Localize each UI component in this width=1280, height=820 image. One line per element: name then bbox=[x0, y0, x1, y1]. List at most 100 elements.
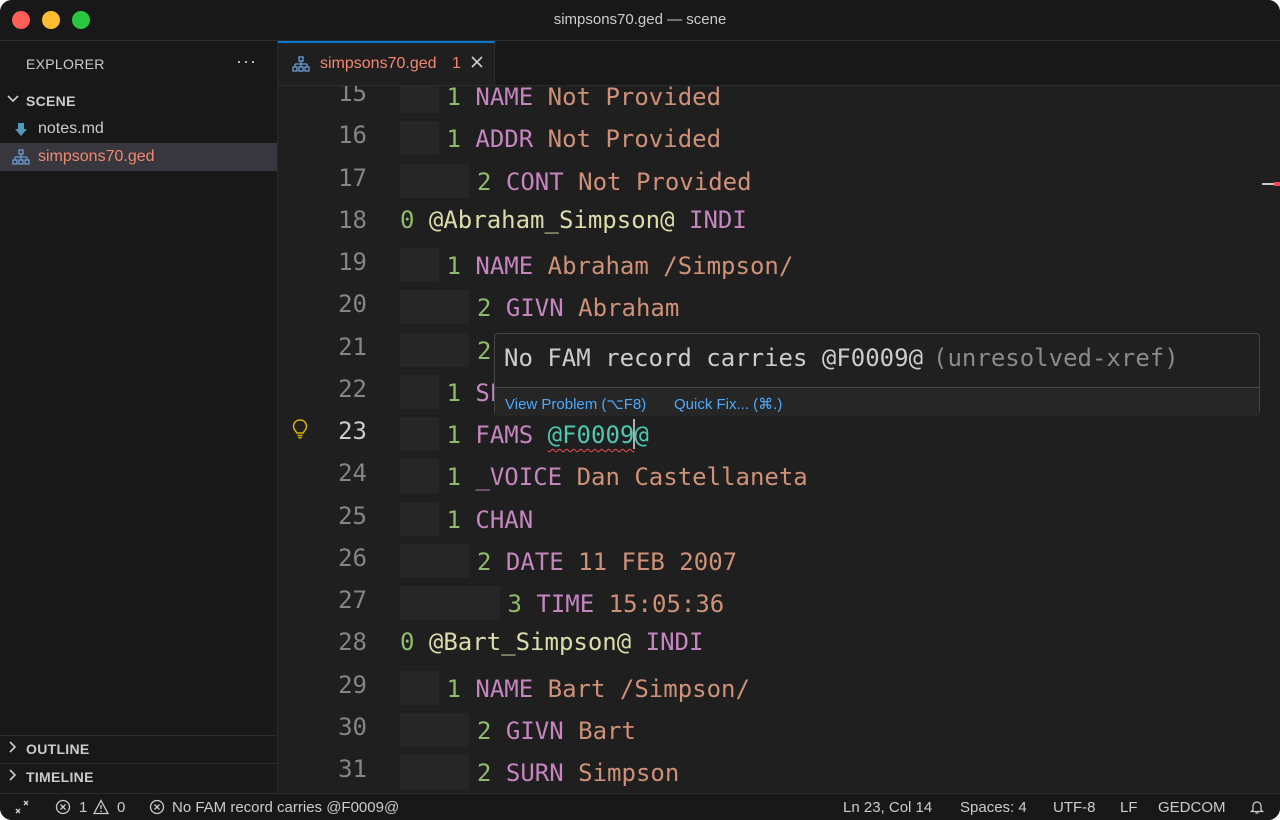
value-token: Dan Castellaneta bbox=[576, 463, 808, 492]
code-text: 0 @Bart_Simpson@ INDI bbox=[400, 628, 703, 656]
current-problem[interactable]: No FAM record carries @F0009@ bbox=[172, 799, 399, 816]
code-line[interactable]: 16 1 ADDR Not Provided bbox=[278, 121, 1280, 163]
xref-token: @Abraham_Simpson@ bbox=[428, 205, 675, 234]
error-count[interactable]: 1 bbox=[79, 799, 87, 816]
code-line[interactable]: 28 0 @Bart_Simpson@ INDI bbox=[278, 628, 1280, 670]
level-token: 2 bbox=[477, 336, 492, 365]
tag-token: NAME bbox=[475, 674, 534, 703]
code-line[interactable]: 27 3 TIME 15:05:36 bbox=[278, 586, 1280, 628]
value-token: Not Provided bbox=[547, 86, 722, 111]
code-line[interactable]: 24 1 _VOICE Dan Castellaneta bbox=[278, 459, 1280, 501]
hover-message-text: No FAM record carries @F0009@ bbox=[504, 344, 924, 372]
quick-fix-link[interactable]: Quick Fix... (⌘.) bbox=[674, 395, 782, 413]
code-text: 1 NAME Bart /Simpson/ bbox=[400, 670, 750, 705]
more-actions-button[interactable]: ··· bbox=[236, 51, 257, 72]
indent-guide bbox=[400, 86, 439, 113]
code-editor[interactable]: 15 1 NAME Not Provided 16 1 ADDR Not Provid… bbox=[278, 86, 1280, 793]
level-token: 1 bbox=[446, 505, 461, 534]
code-text: 1 ADDR Not Provided bbox=[400, 121, 721, 156]
tag-token: NAME bbox=[475, 252, 534, 280]
tag-token: SURN bbox=[505, 759, 564, 787]
outline-section[interactable]: OUTLINE bbox=[0, 735, 277, 762]
tag-token: FAMS bbox=[475, 421, 534, 449]
code-line[interactable]: 31 2 SURN Simpson bbox=[278, 755, 1280, 793]
tab-simpsons70[interactable]: simpsons70.ged 1 bbox=[278, 41, 495, 85]
xref-token: @Bart_Simpson@ bbox=[428, 628, 632, 657]
level-token: 2 bbox=[477, 547, 492, 576]
level-token: 1 bbox=[446, 421, 461, 449]
code-line[interactable]: 26 2 DATE 11 FEB 2007 bbox=[278, 543, 1280, 586]
hover-source: (unresolved-xref) bbox=[933, 344, 1179, 372]
code-line[interactable]: 18 0 @Abraham_Simpson@ INDI bbox=[278, 206, 1280, 248]
tag-token: DATE bbox=[505, 547, 564, 576]
code-line[interactable]: 15 1 NAME Not Provided bbox=[278, 86, 1280, 121]
language-mode[interactable]: GEDCOM bbox=[1158, 799, 1226, 816]
folder-scene[interactable]: SCENE bbox=[0, 88, 277, 114]
value-token: Not Provided bbox=[578, 167, 752, 196]
unresolved-pointer[interactable]: @F0009 bbox=[548, 421, 635, 449]
cursor-position[interactable]: Ln 23, Col 14 bbox=[843, 799, 932, 816]
line-number: 20 bbox=[338, 290, 367, 319]
code-text: 1 _VOICE Dan Castellaneta bbox=[400, 459, 808, 494]
tag-token: ADDR bbox=[475, 125, 534, 154]
indent-guide bbox=[400, 332, 469, 367]
code-line[interactable]: 30 2 GIVN Bart bbox=[278, 712, 1280, 755]
code-line[interactable]: 19 1 NAME Abraham /Simpson/ bbox=[278, 248, 1280, 290]
timeline-section[interactable]: TIMELINE bbox=[0, 763, 277, 790]
error-icon[interactable] bbox=[55, 799, 71, 815]
level-token: 1 bbox=[446, 86, 461, 111]
view-problem-link[interactable]: View Problem (⌥F8) bbox=[505, 395, 646, 413]
value-token: 15:05:36 bbox=[608, 590, 725, 618]
indent-guide bbox=[400, 121, 439, 156]
indent-guide bbox=[400, 459, 439, 494]
timeline-label: TIMELINE bbox=[26, 769, 94, 785]
warning-icon[interactable] bbox=[93, 799, 109, 815]
close-icon[interactable] bbox=[470, 55, 484, 69]
indent-guide bbox=[400, 248, 439, 282]
tag-token: INDI bbox=[689, 205, 747, 234]
code-text: 1 CHAN bbox=[400, 501, 533, 536]
line-number: 16 bbox=[338, 121, 367, 150]
line-number: 18 bbox=[338, 205, 367, 234]
end-of-line[interactable]: LF bbox=[1120, 799, 1138, 816]
line-number: 31 bbox=[338, 755, 367, 783]
line-number: 28 bbox=[338, 628, 367, 657]
code-line[interactable]: 23 1 FAMS @F0009@ bbox=[278, 417, 1280, 459]
warning-count[interactable]: 0 bbox=[117, 799, 125, 816]
file-item-notes[interactable]: notes.md bbox=[0, 115, 277, 143]
code-text: 0 @Abraham_Simpson@ INDI bbox=[400, 206, 747, 234]
code-text: 2 GIVN Abraham bbox=[400, 290, 680, 325]
tag-token: NAME bbox=[475, 86, 534, 111]
line-number: 21 bbox=[338, 332, 367, 361]
value-token: Bart bbox=[578, 716, 636, 745]
title-bar: simpsons70.ged — scene bbox=[0, 0, 1280, 41]
line-number: 23 bbox=[338, 417, 367, 445]
file-item-simpsons70[interactable]: simpsons70.ged bbox=[0, 143, 277, 171]
value-token: Abraham bbox=[578, 294, 680, 323]
level-token: 2 bbox=[477, 294, 492, 323]
explorer-sidebar: EXPLORER ··· SCENE notes.md simpsons70.g… bbox=[0, 41, 278, 793]
line-number: 19 bbox=[338, 248, 367, 276]
code-text: 2 DATE 11 FEB 2007 bbox=[400, 543, 737, 578]
level-token: 1 bbox=[446, 463, 461, 492]
chevron-right-icon bbox=[9, 741, 17, 753]
encoding[interactable]: UTF-8 bbox=[1053, 799, 1096, 816]
code-line[interactable]: 25 1 CHAN bbox=[278, 501, 1280, 544]
level-token: 2 bbox=[477, 716, 492, 745]
indentation[interactable]: Spaces: 4 bbox=[960, 799, 1027, 816]
indent-guide bbox=[400, 586, 500, 620]
bell-icon[interactable] bbox=[1249, 799, 1265, 815]
code-line[interactable]: 17 2 CONT Not Provided bbox=[278, 163, 1280, 206]
level-token: 2 bbox=[477, 167, 492, 196]
level-token: 0 bbox=[400, 205, 415, 234]
indent-guide bbox=[400, 755, 469, 789]
remote-icon[interactable] bbox=[14, 799, 30, 815]
code-line[interactable]: 20 2 GIVN Abraham bbox=[278, 290, 1280, 332]
indent-guide bbox=[400, 670, 439, 705]
gedcom-tree-icon bbox=[292, 56, 310, 72]
tab-bar: simpsons70.ged 1 bbox=[278, 41, 1280, 86]
value-token: Simpson bbox=[578, 759, 680, 787]
explorer-header: EXPLORER bbox=[26, 56, 105, 72]
indent-guide bbox=[400, 417, 439, 451]
code-line[interactable]: 29 1 NAME Bart /Simpson/ bbox=[278, 670, 1280, 713]
